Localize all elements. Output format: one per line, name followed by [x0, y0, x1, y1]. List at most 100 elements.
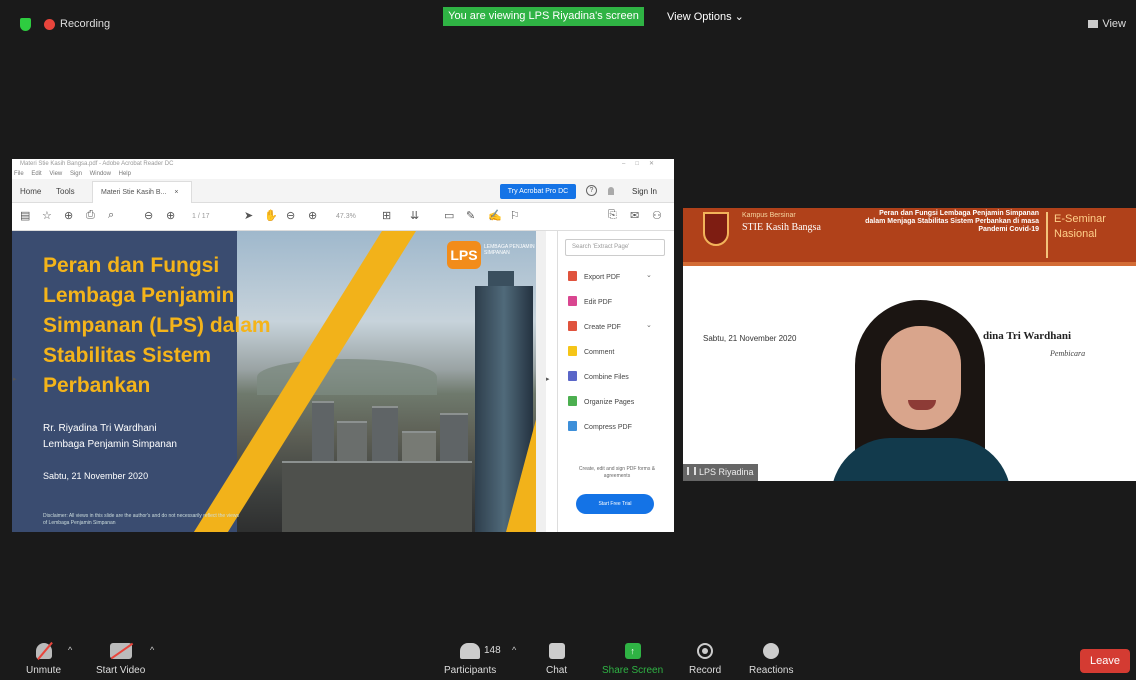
- tab-tools[interactable]: Tools: [56, 187, 75, 196]
- bookmark-star-icon[interactable]: ☆: [42, 209, 52, 222]
- person-face: [881, 326, 961, 430]
- start-video-button[interactable]: Start Video: [96, 643, 145, 676]
- slide-date: Sabtu, 21 November 2020: [43, 471, 149, 481]
- participants-label: Participants: [444, 665, 497, 676]
- print-icon[interactable]: ⎙: [86, 209, 95, 222]
- acrobat-tab-bar: Home Tools Materi Stie Kasih B... × Try …: [12, 179, 674, 203]
- zoom-out-icon[interactable]: ⊖: [286, 209, 295, 222]
- zoom-in-icon[interactable]: ⊕: [308, 209, 317, 222]
- start-video-label: Start Video: [96, 665, 146, 676]
- grid-view-icon: [1088, 20, 1099, 28]
- recording-icon: [44, 19, 55, 30]
- view-options-label: View Options: [667, 11, 732, 23]
- combine-files-icon: [568, 371, 577, 381]
- tool-create-pdf[interactable]: Create PDF ⌄: [568, 321, 652, 331]
- tool-label: Organize Pages: [584, 399, 635, 406]
- presenter-name: Rr. Riyadina Tri Wardhani: [43, 423, 157, 434]
- tools-panel-toggle-icon[interactable]: ▸: [546, 375, 550, 383]
- share-screen-button[interactable]: ↑ Share Screen: [602, 643, 663, 676]
- close-tab-icon[interactable]: ×: [174, 189, 178, 196]
- sign-in-link[interactable]: Sign In: [632, 187, 657, 196]
- view-options-button[interactable]: View Options ⌄: [667, 10, 744, 23]
- compress-pdf-icon: [568, 421, 577, 431]
- header-accent-strip: [683, 262, 1136, 266]
- menu-help[interactable]: Help: [119, 171, 131, 177]
- seminar-date: Sabtu, 21 November 2020: [703, 334, 797, 343]
- menu-view[interactable]: View: [49, 171, 62, 177]
- edit-pdf-icon: [568, 296, 577, 306]
- fill-sign-icon[interactable]: ⚐: [510, 209, 520, 222]
- menu-edit[interactable]: Edit: [31, 171, 41, 177]
- leave-meeting-button[interactable]: Leave: [1080, 649, 1130, 673]
- tool-comment[interactable]: Comment: [568, 346, 614, 356]
- acrobat-menu-bar: File Edit View Sign Window Help: [12, 170, 674, 179]
- slide-presenter: Rr. Riyadina Tri Wardhani Lembaga Penjam…: [43, 421, 177, 453]
- acrobat-toolbar: ▤ ☆ ⊕ ⎙ ⌕ ⊖ ⊕ 1 / 17 ➤ ✋ ⊖ ⊕ 47.3% ⊞ ⇊ ▭…: [12, 203, 674, 231]
- tool-edit-pdf[interactable]: Edit PDF: [568, 296, 612, 306]
- tab-home[interactable]: Home: [20, 187, 41, 196]
- tool-label: Combine Files: [584, 374, 629, 381]
- left-panel-toggle-icon[interactable]: ▸: [13, 375, 17, 383]
- menu-sign[interactable]: Sign: [70, 171, 82, 177]
- video-options-chevron-icon[interactable]: ^: [150, 645, 154, 655]
- menu-file[interactable]: File: [14, 171, 24, 177]
- tool-label: Export PDF: [584, 274, 621, 281]
- viewing-screen-banner: You are viewing LPS Riyadina's screen: [443, 7, 644, 26]
- reactions-label: Reactions: [749, 665, 794, 676]
- comment-icon[interactable]: ▭: [444, 209, 454, 222]
- tools-panel: Search 'Extract Page' Export PDF ⌄ Edit …: [557, 231, 674, 532]
- search-icon[interactable]: ⌕: [108, 209, 114, 222]
- stamp-icon[interactable]: ⎘: [608, 209, 617, 222]
- tool-compress-pdf[interactable]: Compress PDF: [568, 421, 632, 431]
- chat-button[interactable]: Chat: [546, 643, 567, 676]
- participants-icon: [460, 643, 481, 659]
- share-screen-label: Share Screen: [602, 665, 664, 676]
- page-number-field[interactable]: 1 / 17: [192, 213, 210, 220]
- help-icon[interactable]: ?: [586, 185, 597, 196]
- tools-search-input[interactable]: Search 'Extract Page': [565, 239, 665, 256]
- select-cursor-icon[interactable]: ➤: [244, 209, 253, 222]
- zoom-level-field[interactable]: 47.3%: [336, 213, 356, 220]
- participant-video-tile[interactable]: Kampus Bersinar STIE Kasih Bangsa Peran …: [683, 208, 1136, 481]
- sign-icon[interactable]: ✍: [488, 209, 502, 222]
- chevron-down-icon[interactable]: ⌄: [646, 271, 652, 279]
- recording-label[interactable]: Recording: [60, 18, 110, 30]
- try-acrobat-pro-button[interactable]: Try Acrobat Pro DC: [500, 184, 576, 199]
- audio-options-chevron-icon[interactable]: ^: [68, 645, 72, 655]
- tool-label: Comment: [584, 349, 615, 356]
- add-user-icon[interactable]: ⚇: [652, 209, 662, 222]
- record-button[interactable]: Record: [689, 643, 721, 676]
- tool-organize-pages[interactable]: Organize Pages: [568, 396, 634, 406]
- unmute-button[interactable]: Unmute: [26, 643, 61, 676]
- window-controls[interactable]: –□✕: [622, 159, 664, 170]
- tab-document[interactable]: Materi Stie Kasih B... ×: [92, 181, 192, 203]
- organize-pages-icon: [568, 396, 577, 406]
- tool-label: Compress PDF: [584, 424, 632, 431]
- next-page-icon[interactable]: ⊕: [166, 209, 175, 222]
- participants-options-chevron-icon[interactable]: ^: [512, 645, 516, 655]
- acrobat-window-title: Materi Stie Kasih Bangsa.pdf - Adobe Acr…: [20, 161, 174, 167]
- tool-export-pdf[interactable]: Export PDF ⌄: [568, 271, 652, 281]
- save-icon[interactable]: ▤: [20, 209, 30, 222]
- reactions-button[interactable]: Reactions: [749, 643, 793, 676]
- slide-disclaimer: Disclaimer: All views in this slide are …: [43, 513, 240, 526]
- chevron-down-icon[interactable]: ⌄: [646, 321, 652, 329]
- notification-bell-icon[interactable]: [608, 187, 614, 195]
- highlight-pen-icon[interactable]: ✎: [466, 209, 475, 222]
- acrobat-title-bar: Materi Stie Kasih Bangsa.pdf - Adobe Acr…: [12, 159, 674, 170]
- hand-tool-icon[interactable]: ✋: [264, 209, 278, 222]
- start-free-trial-button[interactable]: Start Free Trial: [576, 494, 654, 514]
- scroll-mode-icon[interactable]: ⇊: [410, 209, 419, 222]
- share-screen-icon: ↑: [624, 643, 641, 659]
- email-icon[interactable]: ✉: [630, 209, 639, 222]
- page-fit-icon[interactable]: ⊞: [382, 209, 391, 222]
- security-shield-icon[interactable]: [20, 18, 31, 31]
- document-scrollbar[interactable]: [536, 231, 546, 532]
- share-icon[interactable]: ⊕: [64, 209, 73, 222]
- tool-combine-files[interactable]: Combine Files: [568, 371, 629, 381]
- export-pdf-icon: [568, 271, 577, 281]
- previous-page-icon[interactable]: ⊖: [144, 209, 153, 222]
- menu-window[interactable]: Window: [90, 171, 111, 177]
- seminar-label: E-Seminar Nasional: [1046, 212, 1136, 258]
- view-button[interactable]: View: [1088, 18, 1126, 30]
